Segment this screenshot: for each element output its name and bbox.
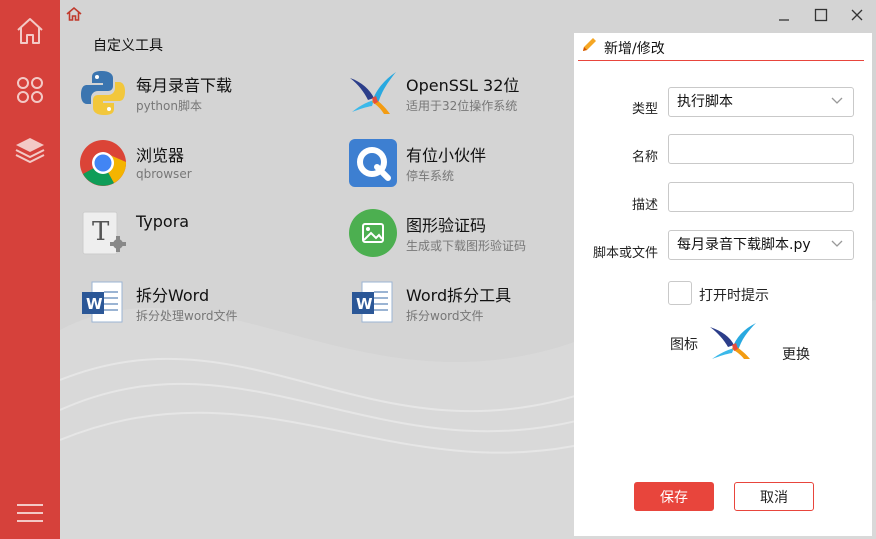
svg-text:W: W (356, 295, 373, 313)
tool-item[interactable]: 浏览器 qbrowser (78, 138, 318, 194)
parking-app-icon (349, 139, 397, 187)
tool-item[interactable]: OpenSSL 32位 适用于32位操作系统 (348, 68, 588, 124)
name-input[interactable] (668, 134, 854, 164)
tool-desc: python脚本 (136, 99, 202, 113)
python-icon (81, 71, 125, 115)
maximize-icon (814, 8, 828, 22)
home-button[interactable] (66, 6, 82, 22)
tool-name: 每月录音下载 (136, 76, 233, 95)
open-prompt-checkbox[interactable] (668, 281, 692, 305)
image-icon (349, 209, 397, 257)
tool-item[interactable]: 有位小伙伴 停车系统 (348, 138, 588, 194)
apps-icon (17, 77, 43, 103)
tool-name: 浏览器 (136, 146, 185, 165)
type-label: 类型 (631, 102, 658, 117)
tool-name: OpenSSL 32位 (406, 76, 520, 95)
sidebar-item-home[interactable] (0, 6, 60, 56)
desc-input[interactable] (668, 182, 854, 212)
icon-label: 图标 (670, 337, 698, 353)
dialog-title: 新增/修改 (604, 41, 665, 57)
tool-desc: 停车系统 (406, 169, 455, 183)
section-title: 自定义工具 (93, 38, 163, 54)
tool-name: 有位小伙伴 (406, 146, 487, 165)
tool-item[interactable]: 图形验证码 生成或下载图形验证码 (348, 208, 588, 264)
type-select[interactable]: 执行脚本 (668, 87, 854, 117)
close-icon (851, 9, 863, 21)
openssl-icon[interactable] (708, 321, 758, 361)
tool-desc: 生成或下载图形验证码 (406, 239, 527, 253)
open-prompt-label: 打开时提示 (699, 288, 769, 304)
save-button[interactable]: 保存 (634, 482, 714, 511)
dialog-header: 新增/修改 (578, 33, 864, 61)
desc-label: 描述 (631, 198, 658, 213)
home-icon (17, 18, 43, 44)
edit-dialog: 新增/修改 类型 执行脚本 名称 描述 脚本或文件 每月录音下载脚本.py 打开… (574, 33, 872, 536)
tool-name: 拆分Word (136, 286, 210, 305)
tool-desc: 适用于32位操作系统 (406, 99, 518, 113)
svg-text:W: W (86, 295, 103, 313)
home-icon (66, 6, 82, 21)
tool-item[interactable]: T Typora (78, 208, 318, 264)
tool-name: Word拆分工具 (406, 286, 512, 305)
cancel-button[interactable]: 取消 (734, 482, 814, 511)
word-icon: W (82, 281, 123, 323)
sidebar-item-apps[interactable] (0, 65, 60, 115)
sidebar-item-menu[interactable] (0, 488, 60, 538)
tool-desc: 拆分word文件 (406, 309, 484, 323)
sidebar-item-layers[interactable] (0, 125, 60, 175)
close-button[interactable] (845, 4, 869, 26)
tool-item[interactable]: W Word拆分工具 拆分word文件 (348, 278, 588, 334)
pencil-icon (583, 38, 596, 51)
layers-icon (15, 138, 45, 164)
openssl-icon (350, 72, 396, 114)
chevron-down-icon (831, 97, 843, 104)
menu-icon (17, 504, 43, 522)
tool-name: Typora (136, 212, 190, 231)
change-icon-link[interactable]: 更换 (782, 344, 810, 364)
chevron-down-icon (831, 240, 843, 247)
tool-item[interactable]: 每月录音下载 python脚本 (78, 68, 318, 124)
script-select[interactable]: 每月录音下载脚本.py (668, 230, 854, 260)
word-icon: W (352, 281, 393, 323)
script-value: 每月录音下载脚本.py (677, 237, 811, 253)
name-label: 名称 (631, 150, 658, 165)
tool-name: 图形验证码 (406, 216, 487, 235)
svg-text:T: T (92, 217, 110, 247)
type-value: 执行脚本 (677, 94, 733, 110)
chrome-icon (80, 140, 127, 186)
tool-desc: 拆分处理word文件 (136, 309, 238, 323)
tool-item[interactable]: W 拆分Word 拆分处理word文件 (78, 278, 318, 334)
minimize-button[interactable] (772, 4, 796, 26)
maximize-button[interactable] (809, 4, 833, 26)
typora-icon: T (82, 211, 126, 255)
minimize-icon (779, 19, 789, 21)
sidebar (0, 0, 60, 539)
tool-desc: qbrowser (136, 167, 192, 181)
script-label: 脚本或文件 (592, 246, 658, 261)
